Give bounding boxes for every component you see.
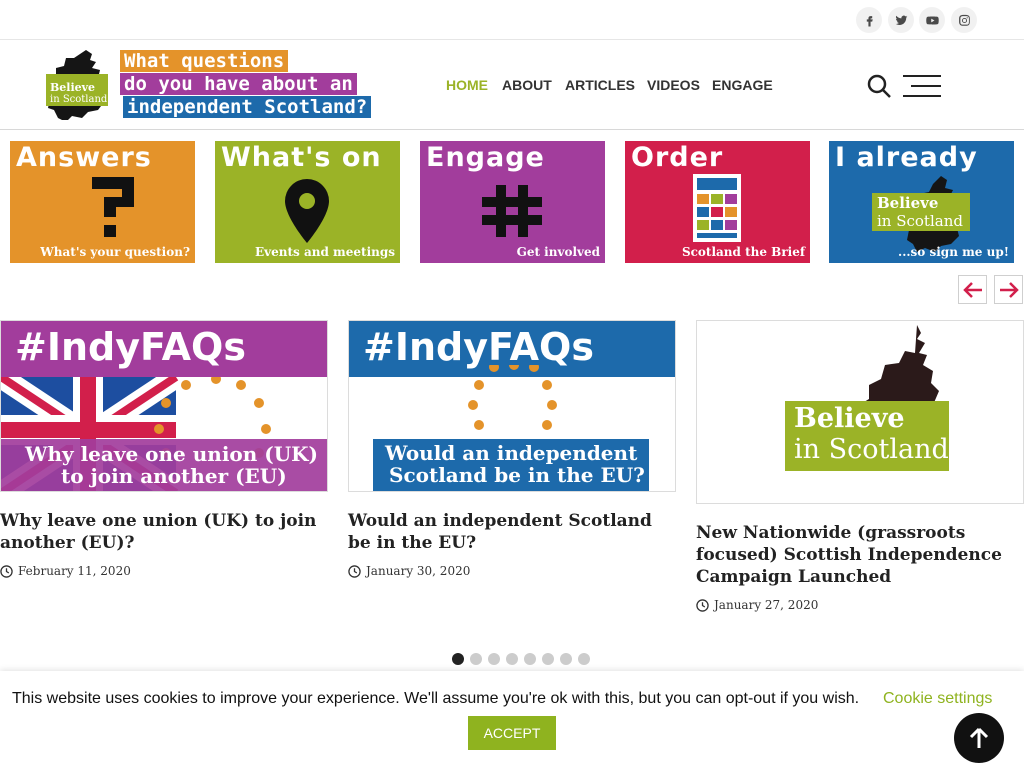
article-image[interactable]: Believe in Scotland [696, 320, 1024, 504]
tagline-line-2: do you have about an [120, 73, 357, 95]
image-caption-line1: Why leave one union (UK) [25, 442, 319, 466]
question-mark-icon [92, 177, 134, 237]
tile-engage[interactable]: Engage Get involved [420, 141, 605, 263]
youtube-icon[interactable] [919, 7, 945, 33]
tile-answers-sub: What's your question? [40, 245, 190, 259]
article-title[interactable]: Why leave one union (UK) to join another… [0, 510, 330, 554]
image-badge-line2: in Scotland [794, 434, 949, 465]
cookie-message: This website uses cookies to improve you… [12, 690, 860, 707]
tile-engage-title: Engage [426, 142, 545, 173]
nav-home[interactable]: HOME [446, 77, 488, 93]
tile-badge-line1: Believe [877, 194, 939, 212]
tile-order[interactable]: Order Scotland the Brief [625, 141, 810, 263]
cookie-banner: This website uses cookies to improve you… [0, 671, 1024, 768]
image-badge-line1: Believe [794, 403, 905, 434]
image-heading: #IndyFAQs [15, 325, 246, 369]
tile-whats-on-title: What's on [221, 142, 382, 173]
hashtag-icon [482, 185, 542, 237]
clock-icon [0, 564, 13, 578]
article-date-text: January 27, 2020 [714, 598, 819, 612]
map-pin-icon [285, 179, 329, 243]
pagination-dot[interactable] [560, 653, 572, 665]
accept-button[interactable]: ACCEPT [468, 716, 556, 750]
tile-answers-title: Answers [16, 142, 152, 173]
image-caption-line2: Scotland be in the EU? [389, 463, 645, 487]
clock-icon [348, 564, 361, 578]
facebook-icon[interactable] [856, 7, 882, 33]
pagination-dot[interactable] [506, 653, 518, 665]
nav-articles[interactable]: ARTICLES [565, 77, 635, 93]
hamburger-menu-icon[interactable] [903, 75, 941, 97]
tagline-line-1: What questions [120, 50, 289, 72]
instagram-icon[interactable] [951, 7, 977, 33]
booklet-icon [693, 174, 741, 242]
pagination-dot[interactable] [488, 653, 500, 665]
pagination-dot[interactable] [524, 653, 536, 665]
article-title[interactable]: New Nationwide (grassroots focused) Scot… [696, 522, 1024, 588]
article-date-text: January 30, 2020 [366, 564, 471, 578]
logo-mark-line1: Believe [50, 81, 96, 94]
top-bar [0, 0, 1024, 40]
pagination-dot[interactable] [452, 653, 464, 665]
pagination-dot[interactable] [470, 653, 482, 665]
arrow-up-icon[interactable] [954, 713, 1004, 763]
article-date: January 27, 2020 [696, 598, 818, 612]
tile-sign-up-sub: ...so sign me up! [898, 245, 1009, 259]
tile-answers[interactable]: Answers What's your question? [10, 141, 195, 263]
eu-stars-icon [468, 365, 557, 430]
tile-badge-line2: in Scotland [877, 212, 963, 230]
image-heading: #IndyFAQs [363, 325, 594, 369]
tagline-line-3: independent Scotland? [123, 96, 372, 118]
tile-whats-on[interactable]: What's on Events and meetings [215, 141, 400, 263]
twitter-icon[interactable] [888, 7, 914, 33]
pagination-dot[interactable] [542, 653, 554, 665]
nav-engage[interactable]: ENGAGE [712, 77, 773, 93]
article-title[interactable]: Would an independent Scotland be in the … [348, 510, 678, 554]
logo-mark-line2: in Scotland [50, 94, 108, 105]
article-date-text: February 11, 2020 [18, 564, 131, 578]
logo-tagline: What questions do you have about an inde… [120, 48, 400, 120]
nav-videos[interactable]: VIDEOS [647, 77, 700, 93]
image-caption-line1: Would an independent [385, 441, 638, 465]
tile-engage-sub: Get involved [516, 245, 600, 259]
clock-icon [696, 598, 709, 612]
tile-order-title: Order [631, 142, 724, 173]
tile-whats-on-sub: Events and meetings [255, 245, 395, 259]
cookie-settings-link[interactable]: Cookie settings [883, 690, 992, 708]
article-image[interactable]: #IndyFAQs Why leave one union (UK) to jo… [0, 320, 328, 492]
article-image[interactable]: #IndyFAQs Would an independent Scotland … [348, 320, 676, 492]
arrow-right-icon[interactable] [994, 275, 1023, 304]
nav-about[interactable]: ABOUT [502, 77, 552, 93]
image-caption-line2: to join another (EU) [61, 464, 287, 488]
article-date: January 30, 2020 [348, 564, 470, 578]
tile-order-sub: Scotland the Brief [681, 245, 805, 259]
article-date: February 11, 2020 [0, 564, 131, 578]
search-icon[interactable] [866, 73, 892, 99]
tile-sign-up[interactable]: I already Believe in Scotland ...so sign… [829, 141, 1014, 263]
tile-sign-up-title: I already [835, 142, 978, 173]
site-logo[interactable]: Believe in Scotland [46, 48, 114, 122]
arrow-left-icon[interactable] [958, 275, 987, 304]
pagination-dot[interactable] [578, 653, 590, 665]
